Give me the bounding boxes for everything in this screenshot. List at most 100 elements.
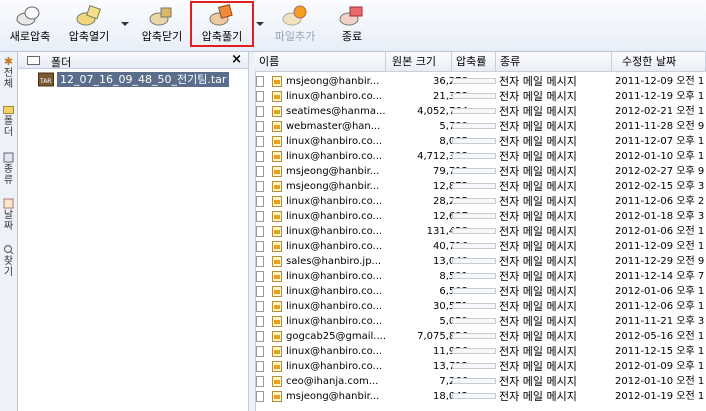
file-date: 2011-12-14 오후 7 xyxy=(615,271,705,282)
open-dropdown-arrow[interactable] xyxy=(121,22,129,26)
email-file-icon xyxy=(272,301,282,312)
column-name[interactable]: 이름 xyxy=(255,52,386,72)
table-row[interactable]: msjeong@hanbir... 18,042 전자 메일 메시지 2012-01-… xyxy=(255,389,706,404)
table-row[interactable]: msjeong@hanbir... 36,278 전자 메일 메시지 2011-12-… xyxy=(255,74,706,89)
file-date: 2012-01-06 오후 1 xyxy=(615,286,705,297)
ratio-bar xyxy=(452,303,496,309)
ratio-bar xyxy=(452,153,496,159)
column-ratio[interactable]: 압축률 xyxy=(452,52,496,72)
row-checkbox[interactable] xyxy=(256,196,264,207)
table-row[interactable]: linux@hanbiro.co...8,591전자 메일 메시지2011-12… xyxy=(255,269,706,284)
file-date: 2011-12-15 오후 1 xyxy=(615,346,705,357)
row-checkbox[interactable] xyxy=(256,361,264,372)
table-row[interactable]: webmaster@han...5,789전자 메일 메시지2011-11-28… xyxy=(255,119,706,134)
table-row[interactable]: sales@hanbiro.jp... 13,040 전자 메일 메시지 2011-1… xyxy=(255,254,706,269)
table-row[interactable]: linux@hanbiro.co... 28,225 전자 메일 메시지 2011-1… xyxy=(255,194,706,209)
tab-find[interactable]: 찾기 xyxy=(1,244,16,278)
calendar-icon xyxy=(3,198,14,209)
extract-dropdown-arrow[interactable] xyxy=(256,22,264,26)
tab-date[interactable]: 날짜 xyxy=(1,198,16,232)
ratio-bar xyxy=(452,198,496,204)
file-list: 이름 원본 크기 압축률 종류 수정한 날짜 msjeong@hanbir...… xyxy=(255,52,706,411)
table-row[interactable]: linux@hanbiro.co...8,085전자 메일 메시지2011-12… xyxy=(255,134,706,149)
table-row[interactable]: ceo@ihanja.com...7,266전자 메일 메시지2012-01-1… xyxy=(255,374,706,389)
close-archive-button[interactable]: 압축닫기 xyxy=(134,3,190,47)
row-checkbox[interactable] xyxy=(256,226,264,237)
row-checkbox[interactable] xyxy=(256,316,264,327)
file-type: 전자 메일 메시지 xyxy=(499,360,577,373)
table-row[interactable]: linux@hanbiro.co... 13,712 전자 메일 메시지 2012-0… xyxy=(255,359,706,374)
open-archive-button[interactable]: 압축열기 xyxy=(62,3,116,47)
file-type: 전자 메일 메시지 xyxy=(499,120,577,133)
close-pane-button[interactable]: × xyxy=(231,52,242,67)
file-type: 전자 메일 메시지 xyxy=(499,270,577,283)
table-row[interactable]: linux@hanbiro.co... 11,926 전자 메일 메시지 2011-1… xyxy=(255,344,706,359)
row-checkbox[interactable] xyxy=(256,151,264,162)
ratio-bar xyxy=(452,378,496,384)
table-row[interactable]: linux@hanbiro.co...6,503전자 메일 메시지2012-01… xyxy=(255,284,706,299)
file-name: msjeong@hanbir... xyxy=(286,391,380,402)
table-row[interactable]: linux@hanbiro.co... 12,697 전자 메일 메시지 2012-0… xyxy=(255,209,706,224)
table-row[interactable]: linux@hanbiro.co... 40,716 전자 메일 메시지 2011-1… xyxy=(255,239,706,254)
ratio-bar xyxy=(452,333,496,339)
archive-tree-item[interactable]: TAR 12_07_16_09_48_50_전기팀.tar xyxy=(38,72,238,88)
file-date: 2011-12-06 오후 2 xyxy=(615,196,705,207)
add-file-button[interactable]: 파일추가 xyxy=(268,3,322,47)
email-file-icon xyxy=(272,241,282,252)
file-date: 2012-02-21 오전 1 xyxy=(615,106,705,117)
table-row[interactable]: linux@hanbiro.co... 4,712,393 전자 메일 메시지 201… xyxy=(255,149,706,164)
tar-file-icon: TAR xyxy=(38,72,54,87)
email-file-icon xyxy=(272,76,282,87)
folder-pane-title: 폴더 xyxy=(51,56,72,69)
email-file-icon xyxy=(272,151,282,162)
column-type[interactable]: 종류 xyxy=(496,52,612,72)
row-checkbox[interactable] xyxy=(256,241,264,252)
exit-button[interactable]: 종료 xyxy=(332,3,372,47)
file-type: 전자 메일 메시지 xyxy=(499,330,577,343)
row-checkbox[interactable] xyxy=(256,256,264,267)
row-checkbox[interactable] xyxy=(256,76,264,87)
row-checkbox[interactable] xyxy=(256,376,264,387)
email-file-icon xyxy=(272,226,282,237)
row-checkbox[interactable] xyxy=(256,106,264,117)
table-row[interactable]: gogcab25@gmail.... 7,075,826 전자 메일 메시지 2012… xyxy=(255,329,706,344)
row-checkbox[interactable] xyxy=(256,121,264,132)
tab-folder[interactable]: 폴더 xyxy=(1,104,16,138)
row-checkbox[interactable] xyxy=(256,181,264,192)
row-checkbox[interactable] xyxy=(256,301,264,312)
file-type: 전자 메일 메시지 xyxy=(499,195,577,208)
table-row[interactable]: msjeong@hanbir... 12,872 전자 메일 메시지 2012-02-… xyxy=(255,179,706,194)
tab-all[interactable]: ✱ 전체 xyxy=(1,56,16,90)
table-row[interactable]: linux@hanbiro.co... 21,353 전자 메일 메시지 2011-1… xyxy=(255,89,706,104)
table-row[interactable]: linux@hanbiro.co...5,059전자 메일 메시지2011-11… xyxy=(255,314,706,329)
ratio-bar xyxy=(452,93,496,99)
row-checkbox[interactable] xyxy=(256,136,264,147)
file-date: 2011-12-09 오전 1 xyxy=(615,76,705,87)
file-name: sales@hanbiro.jp... xyxy=(286,256,382,267)
new-archive-icon xyxy=(16,6,40,26)
table-row[interactable]: linux@hanbiro.co... 131,428 전자 메일 메시지 2012-… xyxy=(255,224,706,239)
row-checkbox[interactable] xyxy=(256,391,264,402)
row-checkbox[interactable] xyxy=(256,91,264,102)
email-file-icon xyxy=(272,376,282,387)
file-type: 전자 메일 메시지 xyxy=(499,165,577,178)
tab-type[interactable]: 종류 xyxy=(1,152,16,186)
row-checkbox[interactable] xyxy=(256,346,264,357)
file-name: msjeong@hanbir... xyxy=(286,166,380,177)
row-checkbox[interactable] xyxy=(256,286,264,297)
table-row[interactable]: msjeong@hanbir... 79,712 전자 메일 메시지 2012-02-… xyxy=(255,164,706,179)
table-row[interactable]: seatimes@hanma... 4,052,764 전자 메일 메시지 2012-… xyxy=(255,104,706,119)
column-size[interactable]: 원본 크기 xyxy=(386,52,452,72)
row-checkbox[interactable] xyxy=(256,331,264,342)
row-checkbox[interactable] xyxy=(256,271,264,282)
ratio-bar xyxy=(452,258,496,264)
email-file-icon xyxy=(272,166,282,177)
file-type: 전자 메일 메시지 xyxy=(499,300,577,313)
new-archive-button[interactable]: 새로압축 xyxy=(6,3,54,47)
row-checkbox[interactable] xyxy=(256,211,264,222)
column-date[interactable]: 수정한 날짜 xyxy=(612,52,706,72)
email-file-icon xyxy=(272,361,282,372)
row-checkbox[interactable] xyxy=(256,166,264,177)
table-row[interactable]: linux@hanbiro.co... 30,571 전자 메일 메시지 2011-1… xyxy=(255,299,706,314)
email-file-icon xyxy=(272,211,282,222)
